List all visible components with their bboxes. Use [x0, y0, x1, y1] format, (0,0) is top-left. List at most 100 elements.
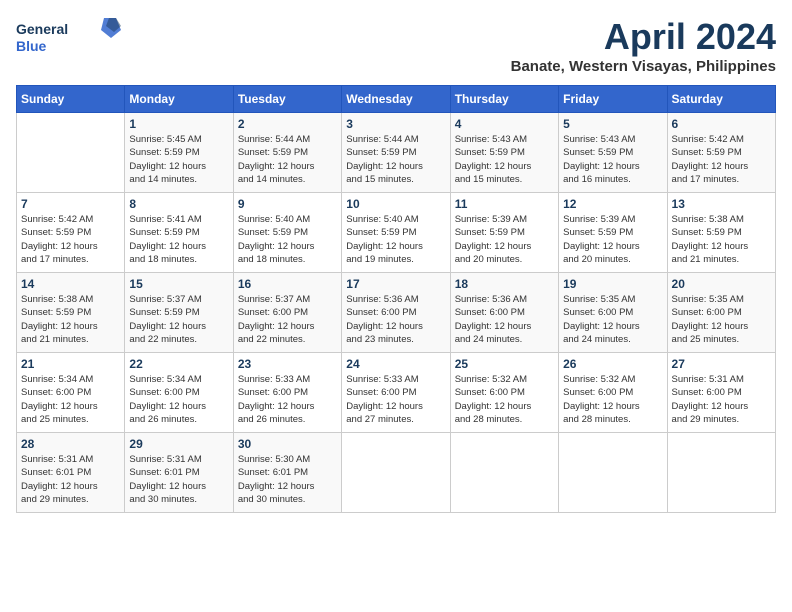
day-number: 22: [129, 357, 228, 371]
calendar-cell: 15Sunrise: 5:37 AMSunset: 5:59 PMDayligh…: [125, 273, 233, 353]
day-number: 1: [129, 117, 228, 131]
calendar-cell: 19 Sunrise: 5:35 AMSunset: 6:00 PMDayligh…: [559, 273, 667, 353]
week-row-4: 21 Sunrise: 5:34 AMSunset: 6:00 PMDayligh…: [17, 353, 776, 433]
day-number: 30: [238, 437, 337, 451]
day-header-wednesday: Wednesday: [342, 86, 450, 113]
day-header-sunday: Sunday: [17, 86, 125, 113]
calendar-cell: [559, 433, 667, 513]
calendar-cell: 1 Sunrise: 5:45 AMSunset: 5:59 PMDaylight…: [125, 113, 233, 193]
svg-text:Blue: Blue: [16, 38, 47, 54]
day-info: Sunrise: 5:35 AMSunset: 6:00 PMDaylight:…: [672, 293, 771, 346]
day-info: Sunrise: 5:34 AMSunset: 6:00 PMDaylight:…: [21, 373, 120, 426]
calendar-cell: 25 Sunrise: 5:32 AMSunset: 6:00 PMDayligh…: [450, 353, 558, 433]
day-number: 10: [346, 197, 445, 211]
day-number: 5: [563, 117, 662, 131]
day-info: Sunrise: 5:33 AMSunset: 6:00 PMDaylight:…: [346, 373, 445, 426]
day-info: Sunrise: 5:36 AMSunset: 6:00 PMDaylight:…: [346, 293, 445, 346]
calendar-cell: 17 Sunrise: 5:36 AMSunset: 6:00 PMDayligh…: [342, 273, 450, 353]
day-header-friday: Friday: [559, 86, 667, 113]
day-info: Sunrise: 5:34 AMSunset: 6:00 PMDaylight:…: [129, 373, 228, 426]
day-info: Sunrise: 5:38 AMSunset: 5:59 PMDaylight:…: [672, 213, 771, 266]
day-number: 4: [455, 117, 554, 131]
day-number: 19: [563, 277, 662, 291]
week-row-2: 7Sunrise: 5:42 AMSunset: 5:59 PMDaylight…: [17, 193, 776, 273]
week-row-1: 1 Sunrise: 5:45 AMSunset: 5:59 PMDaylight…: [17, 113, 776, 193]
day-info: Sunrise: 5:38 AMSunset: 5:59 PMDaylight:…: [21, 293, 120, 346]
day-info: Sunrise: 5:40 AMSunset: 5:59 PMDaylight:…: [346, 213, 445, 266]
day-info: Sunrise: 5:44 AMSunset: 5:59 PMDaylight:…: [238, 133, 337, 186]
calendar-cell: [342, 433, 450, 513]
calendar-cell: 2 Sunrise: 5:44 AMSunset: 5:59 PMDaylight…: [233, 113, 341, 193]
calendar-cell: [667, 433, 775, 513]
day-number: 9: [238, 197, 337, 211]
calendar-cell: 10 Sunrise: 5:40 AMSunset: 5:59 PMDayligh…: [342, 193, 450, 273]
calendar-cell: 21 Sunrise: 5:34 AMSunset: 6:00 PMDayligh…: [17, 353, 125, 433]
day-number: 3: [346, 117, 445, 131]
day-info: Sunrise: 5:39 AMSunset: 5:59 PMDaylight:…: [455, 213, 554, 266]
calendar-cell: 18 Sunrise: 5:36 AMSunset: 6:00 PMDayligh…: [450, 273, 558, 353]
calendar-cell: 29Sunrise: 5:31 AMSunset: 6:01 PMDayligh…: [125, 433, 233, 513]
calendar-cell: 20 Sunrise: 5:35 AMSunset: 6:00 PMDayligh…: [667, 273, 775, 353]
calendar-cell: 16Sunrise: 5:37 AMSunset: 6:00 PMDayligh…: [233, 273, 341, 353]
day-info: Sunrise: 5:39 AMSunset: 5:59 PMDaylight:…: [563, 213, 662, 266]
day-info: Sunrise: 5:36 AMSunset: 6:00 PMDaylight:…: [455, 293, 554, 346]
calendar-cell: 28 Sunrise: 5:31 AMSunset: 6:01 PMDayligh…: [17, 433, 125, 513]
day-info: Sunrise: 5:35 AMSunset: 6:00 PMDaylight:…: [563, 293, 662, 346]
day-info: Sunrise: 5:45 AMSunset: 5:59 PMDaylight:…: [129, 133, 228, 186]
week-row-5: 28 Sunrise: 5:31 AMSunset: 6:01 PMDayligh…: [17, 433, 776, 513]
calendar-cell: 7Sunrise: 5:42 AMSunset: 5:59 PMDaylight…: [17, 193, 125, 273]
day-number: 23: [238, 357, 337, 371]
day-info: Sunrise: 5:31 AMSunset: 6:01 PMDaylight:…: [129, 453, 228, 506]
day-info: Sunrise: 5:37 AMSunset: 6:00 PMDaylight:…: [238, 293, 337, 346]
day-number: 28: [21, 437, 120, 451]
calendar-cell: 13 Sunrise: 5:38 AMSunset: 5:59 PMDayligh…: [667, 193, 775, 273]
calendar-cell: 6Sunrise: 5:42 AMSunset: 5:59 PMDaylight…: [667, 113, 775, 193]
day-number: 15: [129, 277, 228, 291]
day-number: 20: [672, 277, 771, 291]
day-info: Sunrise: 5:44 AMSunset: 5:59 PMDaylight:…: [346, 133, 445, 186]
day-number: 11: [455, 197, 554, 211]
day-info: Sunrise: 5:40 AMSunset: 5:59 PMDaylight:…: [238, 213, 337, 266]
day-info: Sunrise: 5:43 AMSunset: 5:59 PMDaylight:…: [563, 133, 662, 186]
calendar-cell: 27Sunrise: 5:31 AMSunset: 6:00 PMDayligh…: [667, 353, 775, 433]
day-number: 6: [672, 117, 771, 131]
calendar-cell: [17, 113, 125, 193]
calendar-cell: 9 Sunrise: 5:40 AMSunset: 5:59 PMDaylight…: [233, 193, 341, 273]
day-number: 7: [21, 197, 120, 211]
location-subtitle: Banate, Western Visayas, Philippines: [511, 58, 776, 75]
day-info: Sunrise: 5:41 AMSunset: 5:59 PMDaylight:…: [129, 213, 228, 266]
day-header-monday: Monday: [125, 86, 233, 113]
day-info: Sunrise: 5:31 AMSunset: 6:00 PMDaylight:…: [672, 373, 771, 426]
day-number: 21: [21, 357, 120, 371]
day-number: 17: [346, 277, 445, 291]
calendar-cell: 30Sunrise: 5:30 AMSunset: 6:01 PMDayligh…: [233, 433, 341, 513]
day-number: 24: [346, 357, 445, 371]
day-info: Sunrise: 5:31 AMSunset: 6:01 PMDaylight:…: [21, 453, 120, 506]
day-number: 14: [21, 277, 120, 291]
day-number: 25: [455, 357, 554, 371]
calendar-table: SundayMondayTuesdayWednesdayThursdayFrid…: [16, 85, 776, 513]
calendar-cell: 4 Sunrise: 5:43 AMSunset: 5:59 PMDaylight…: [450, 113, 558, 193]
calendar-cell: 8 Sunrise: 5:41 AMSunset: 5:59 PMDaylight…: [125, 193, 233, 273]
day-number: 18: [455, 277, 554, 291]
calendar-cell: 26 Sunrise: 5:32 AMSunset: 6:00 PMDayligh…: [559, 353, 667, 433]
calendar-cell: 11 Sunrise: 5:39 AMSunset: 5:59 PMDayligh…: [450, 193, 558, 273]
week-row-3: 14 Sunrise: 5:38 AMSunset: 5:59 PMDayligh…: [17, 273, 776, 353]
header: General Blue April 2024 Banate, Western …: [16, 16, 776, 75]
title-section: April 2024 Banate, Western Visayas, Phil…: [511, 16, 776, 75]
month-title: April 2024: [511, 16, 776, 58]
day-header-saturday: Saturday: [667, 86, 775, 113]
header-row: SundayMondayTuesdayWednesdayThursdayFrid…: [17, 86, 776, 113]
calendar-cell: 14 Sunrise: 5:38 AMSunset: 5:59 PMDayligh…: [17, 273, 125, 353]
day-info: Sunrise: 5:32 AMSunset: 6:00 PMDaylight:…: [455, 373, 554, 426]
day-number: 12: [563, 197, 662, 211]
logo-svg: General Blue: [16, 16, 126, 61]
day-number: 8: [129, 197, 228, 211]
day-header-thursday: Thursday: [450, 86, 558, 113]
day-number: 26: [563, 357, 662, 371]
day-info: Sunrise: 5:32 AMSunset: 6:00 PMDaylight:…: [563, 373, 662, 426]
day-number: 2: [238, 117, 337, 131]
day-info: Sunrise: 5:43 AMSunset: 5:59 PMDaylight:…: [455, 133, 554, 186]
day-number: 13: [672, 197, 771, 211]
calendar-cell: 5 Sunrise: 5:43 AMSunset: 5:59 PMDaylight…: [559, 113, 667, 193]
